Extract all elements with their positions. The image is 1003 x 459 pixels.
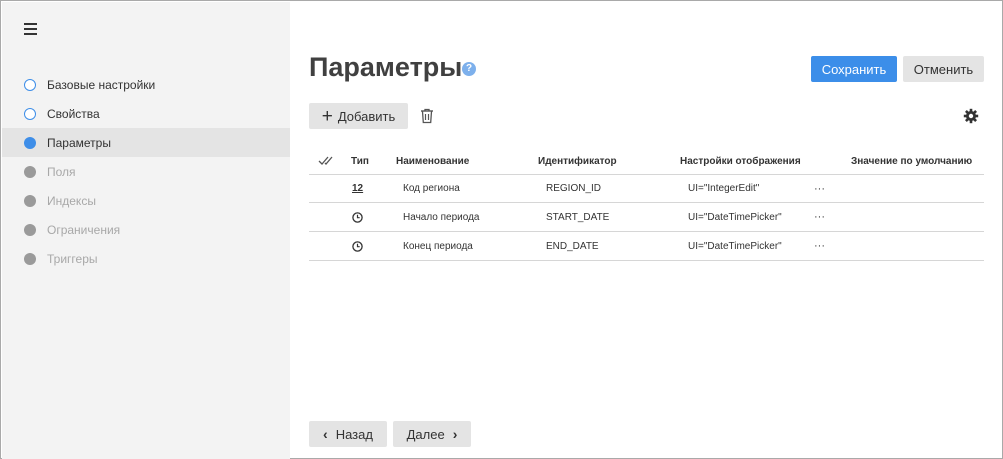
gear-icon[interactable] — [963, 108, 979, 124]
trash-icon[interactable] — [420, 108, 434, 124]
wizard-steps-nav: Базовые настройки Свойства Параметры Пол… — [2, 70, 290, 273]
more-options-icon[interactable]: ··· — [814, 232, 825, 260]
sidebar-item-label: Поля — [47, 164, 76, 179]
sidebar-item-constraints: Ограничения — [2, 215, 290, 244]
row-name: Начало периода — [403, 211, 480, 223]
step-pending-icon — [24, 223, 36, 236]
step-current-icon — [24, 136, 36, 149]
save-button[interactable]: Сохранить — [811, 56, 897, 82]
sidebar-item-properties[interactable]: Свойства — [2, 99, 290, 128]
table-row[interactable]: 12 Код региона REGION_ID UI="IntegerEdit… — [309, 174, 984, 203]
sidebar-item-triggers: Триггеры — [2, 244, 290, 273]
column-header-type: Тип — [351, 155, 369, 167]
sidebar-item-basic-settings[interactable]: Базовые настройки — [2, 70, 290, 99]
step-done-icon — [24, 107, 36, 120]
row-identifier: END_DATE — [546, 240, 599, 252]
next-button[interactable]: Далее › — [393, 421, 471, 447]
row-display-settings: UI="DateTimePicker" — [688, 240, 782, 252]
sidebar-item-label: Базовые настройки — [47, 77, 156, 92]
back-button-label: Назад — [335, 426, 373, 442]
back-button[interactable]: ‹ Назад — [309, 421, 387, 447]
row-name: Конец периода — [403, 240, 473, 252]
more-options-icon[interactable]: ··· — [814, 175, 825, 202]
column-header-name: Наименование — [396, 155, 470, 167]
add-button[interactable]: + Добавить — [309, 103, 408, 129]
row-display-settings: UI="DateTimePicker" — [688, 211, 782, 223]
sidebar-item-label: Свойства — [47, 106, 100, 121]
sidebar-item-fields: Поля — [2, 157, 290, 186]
step-pending-icon — [24, 165, 36, 178]
column-header-display-settings: Настройки отображения — [680, 155, 801, 167]
next-button-label: Далее — [406, 426, 445, 442]
table-row[interactable]: Начало периода START_DATE UI="DateTimePi… — [309, 203, 984, 232]
select-all-icon[interactable] — [318, 148, 336, 174]
step-pending-icon — [24, 252, 36, 265]
more-options-icon[interactable]: ··· — [814, 203, 825, 231]
app-window: Базовые настройки Свойства Параметры Пол… — [0, 0, 1003, 459]
sidebar-item-indexes: Индексы — [2, 186, 290, 215]
sidebar-item-label: Ограничения — [47, 222, 121, 237]
plus-icon: + — [321, 105, 333, 127]
sidebar-item-parameters[interactable]: Параметры — [2, 128, 290, 157]
table-header: Тип Наименование Идентификатор Настройки… — [309, 148, 984, 174]
sidebar-item-label: Триггеры — [47, 251, 98, 266]
clock-icon — [352, 232, 363, 260]
row-identifier: REGION_ID — [546, 183, 602, 194]
row-identifier: START_DATE — [546, 211, 610, 223]
chevron-right-icon: › — [452, 426, 458, 442]
column-header-default-value: Значение по умолчанию — [851, 155, 973, 167]
page-title: Параметры — [309, 52, 463, 82]
row-name: Код региона — [403, 183, 460, 194]
step-pending-icon — [24, 194, 36, 207]
add-button-label: Добавить — [337, 108, 396, 124]
sidebar-item-label: Параметры — [47, 135, 111, 150]
chevron-left-icon: ‹ — [323, 426, 328, 442]
hamburger-menu-icon[interactable] — [22, 20, 40, 38]
integer-icon: 12 — [352, 183, 364, 194]
sidebar: Базовые настройки Свойства Параметры Пол… — [2, 2, 290, 459]
sidebar-item-label: Индексы — [47, 193, 96, 208]
help-icon[interactable]: ? — [462, 62, 476, 76]
table-row[interactable]: Конец периода END_DATE UI="DateTimePicke… — [309, 232, 984, 261]
step-done-icon — [24, 78, 36, 91]
cancel-button[interactable]: Отменить — [903, 56, 984, 82]
column-header-identifier: Идентификатор — [538, 155, 617, 167]
main-panel: Параметры ? Сохранить Отменить + Добавит… — [290, 2, 1001, 457]
row-display-settings: UI="IntegerEdit" — [688, 183, 760, 194]
clock-icon — [352, 203, 363, 231]
